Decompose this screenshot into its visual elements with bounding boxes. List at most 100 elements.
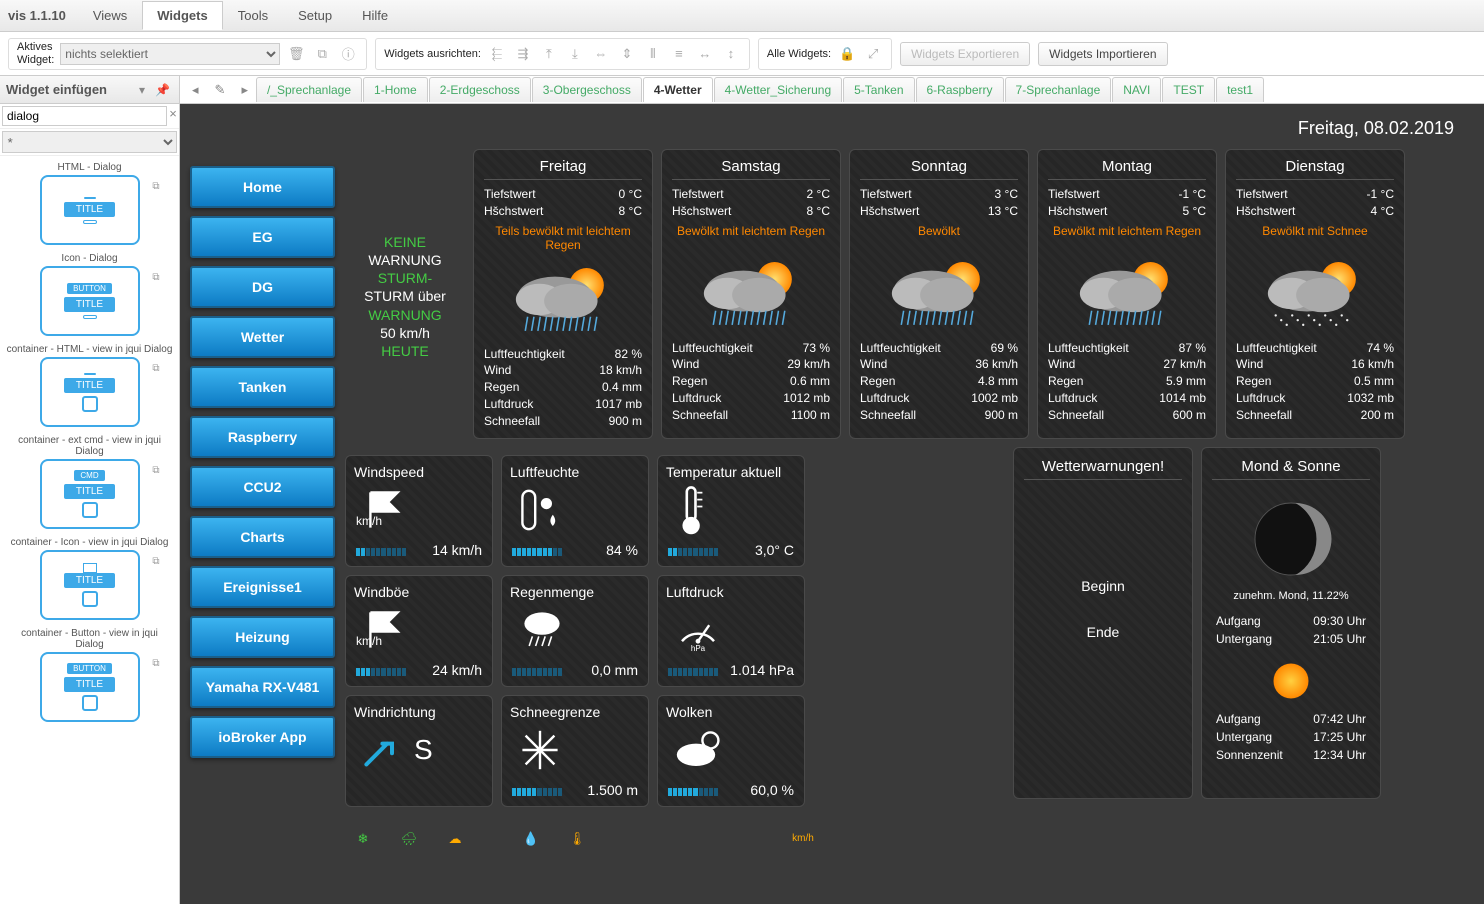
widget-item-title: container - Icon - view in jqui Dialog	[4, 535, 175, 550]
copy-icon[interactable]: ⧉	[312, 44, 332, 64]
sensor-humidity: Luftfeuchte 84 %	[501, 455, 649, 567]
menu-setup[interactable]: Setup	[283, 1, 347, 30]
active-widget-label: Aktives Widget:	[17, 41, 54, 65]
nav-button[interactable]: Tanken	[190, 366, 335, 408]
widget-palette-item[interactable]: container - HTML - view in jqui Dialog ⧉…	[4, 342, 175, 427]
view-tab[interactable]: test1	[1216, 77, 1264, 102]
menu-views[interactable]: Views	[78, 1, 142, 30]
panel-filter2: *	[0, 129, 179, 156]
nav-button[interactable]: Ereignisse1	[190, 566, 335, 608]
view-tab[interactable]: 4-Wetter	[643, 77, 713, 102]
lock-icon[interactable]: 🔒	[837, 44, 857, 64]
align-right-icon[interactable]: ⇶	[513, 44, 533, 64]
view-tab[interactable]: TEST	[1162, 77, 1215, 102]
sensor-value: 84 %	[606, 542, 638, 558]
filter-input[interactable]	[2, 106, 167, 126]
app-title: vis 1.1.10	[8, 8, 66, 23]
view-tab[interactable]: NAVI	[1112, 77, 1161, 102]
export-button[interactable]: Widgets Exportieren	[900, 42, 1030, 66]
panel-filter: ×	[0, 104, 179, 129]
import-button[interactable]: Widgets Importieren	[1038, 42, 1167, 66]
active-widget-select[interactable]: nichts selektiert	[60, 43, 280, 65]
warn-line2: WARNUNG	[368, 251, 441, 269]
weather-icon	[1048, 250, 1206, 340]
pin-icon[interactable]: 📌	[152, 83, 173, 97]
menu-widgets[interactable]: Widgets	[142, 1, 222, 30]
dist-h-icon[interactable]: ⫴	[643, 44, 663, 64]
info-icon[interactable]: ⓘ	[338, 44, 358, 64]
left-panel: Widget einfügen ▾ 📌 × * HTML - Dialog ⧉T…	[0, 76, 180, 904]
align-label: Widgets ausrichten:	[384, 48, 481, 60]
dist-v-icon[interactable]: ≡	[669, 44, 689, 64]
sun-icon	[1212, 648, 1370, 710]
view-tab[interactable]: 1-Home	[363, 77, 428, 102]
nav-button[interactable]: Wetter	[190, 316, 335, 358]
view-tab[interactable]: 5-Tanken	[843, 77, 914, 102]
svg-text:hPa: hPa	[691, 643, 706, 652]
view-tab[interactable]: 2-Erdgeschoss	[429, 77, 531, 102]
sun-rise-value: 07:42 Uhr	[1313, 712, 1366, 726]
nav-button[interactable]: Charts	[190, 516, 335, 558]
align-top-icon[interactable]: ⤒	[539, 44, 559, 64]
nav-button[interactable]: ioBroker App	[190, 716, 335, 758]
nav-button[interactable]: CCU2	[190, 466, 335, 508]
view-tab[interactable]: /_Sprechanlage	[256, 77, 362, 102]
forecast-day: Samstag	[672, 158, 830, 180]
widget-palette-item[interactable]: container - ext cmd - view in jqui Dialo…	[4, 433, 175, 529]
forecast-card: Dienstag Tiefstwert-1 °C Hšchstwert4 °C …	[1225, 149, 1405, 439]
align-bottom-icon[interactable]: ⤓	[565, 44, 585, 64]
same-height-icon[interactable]: ↕	[721, 44, 741, 64]
view-tab[interactable]: 4-Wetter_Sicherung	[714, 77, 843, 102]
clear-filter-icon[interactable]: ×	[169, 106, 177, 126]
warn-line7: HEUTE	[381, 342, 428, 360]
same-width-icon[interactable]: ↔	[695, 44, 715, 64]
sensor-icon: km/h	[354, 606, 484, 654]
view-tab[interactable]: 7-Sprechanlage	[1005, 77, 1112, 102]
weather-icon	[484, 256, 642, 346]
nav-button[interactable]: Yamaha RX-V481	[190, 666, 335, 708]
moon-sun-card: Mond & Sonne zunehm. Mond, 11.22% Aufgan…	[1201, 447, 1381, 799]
sensor-icon	[666, 726, 796, 774]
collapse-icon[interactable]: ▾	[136, 83, 148, 97]
warnings-title: Wetterwarnungen!	[1024, 458, 1182, 480]
humidity-icon: 💧	[517, 825, 545, 853]
filter-select[interactable]: *	[2, 131, 177, 153]
weather-icon	[672, 250, 830, 340]
forecast-condition: Bewölkt mit Schnee	[1236, 220, 1394, 250]
weather-icon	[860, 250, 1018, 340]
nav-button[interactable]: DG	[190, 266, 335, 308]
sensor-title: Regenmenge	[510, 584, 640, 600]
sensor-title: Windböe	[354, 584, 484, 600]
active-widget-section: Aktives Widget: nichts selektiert 🗑 ⧉ ⓘ	[8, 38, 367, 70]
widget-palette-item[interactable]: container - Button - view in jqui Dialog…	[4, 626, 175, 722]
align-vcenter-icon[interactable]: ⇕	[617, 44, 637, 64]
expand-icon[interactable]: ⤢	[863, 44, 883, 64]
moon-phase: zunehm. Mond, 11.22%	[1212, 590, 1370, 602]
sensor-title: Luftdruck	[666, 584, 796, 600]
panel-title: Widget einfügen	[6, 82, 132, 97]
moon-rise-value: 09:30 Uhr	[1313, 614, 1366, 628]
align-left-icon[interactable]: ⬱	[487, 44, 507, 64]
sensor-title: Luftfeuchte	[510, 464, 640, 480]
tab-add-icon[interactable]: ✎	[207, 78, 234, 102]
widget-palette-item[interactable]: container - Icon - view in jqui Dialog ⧉…	[4, 535, 175, 620]
nav-button[interactable]: Raspberry	[190, 416, 335, 458]
menu-tools[interactable]: Tools	[223, 1, 283, 30]
view-tab[interactable]: 3-Obergeschoss	[532, 77, 642, 102]
tab-next-icon[interactable]: ▸	[233, 78, 256, 102]
delete-icon[interactable]: 🗑	[286, 44, 306, 64]
forecast-day: Dienstag	[1236, 158, 1394, 180]
menu-help[interactable]: Hilfe	[347, 1, 403, 30]
widget-palette-item[interactable]: HTML - Dialog ⧉TITLE	[4, 160, 175, 245]
align-hcenter-icon[interactable]: ⇔	[591, 44, 611, 64]
nav-button[interactable]: Home	[190, 166, 335, 208]
tab-prev-icon[interactable]: ◂	[184, 78, 207, 102]
sensor-windspeed: Windspeed km/h 14 km/h	[345, 455, 493, 567]
widget-palette-item[interactable]: Icon - Dialog ⧉BUTTONTITLE	[4, 251, 175, 336]
nav-button[interactable]: Heizung	[190, 616, 335, 658]
forecast-card: Freitag Tiefstwert0 °C Hšchstwert8 °C Te…	[473, 149, 653, 439]
sensor-icon	[510, 726, 640, 774]
nav-button[interactable]: EG	[190, 216, 335, 258]
sensor-title: Wolken	[666, 704, 796, 720]
view-tab[interactable]: 6-Raspberry	[916, 77, 1004, 102]
